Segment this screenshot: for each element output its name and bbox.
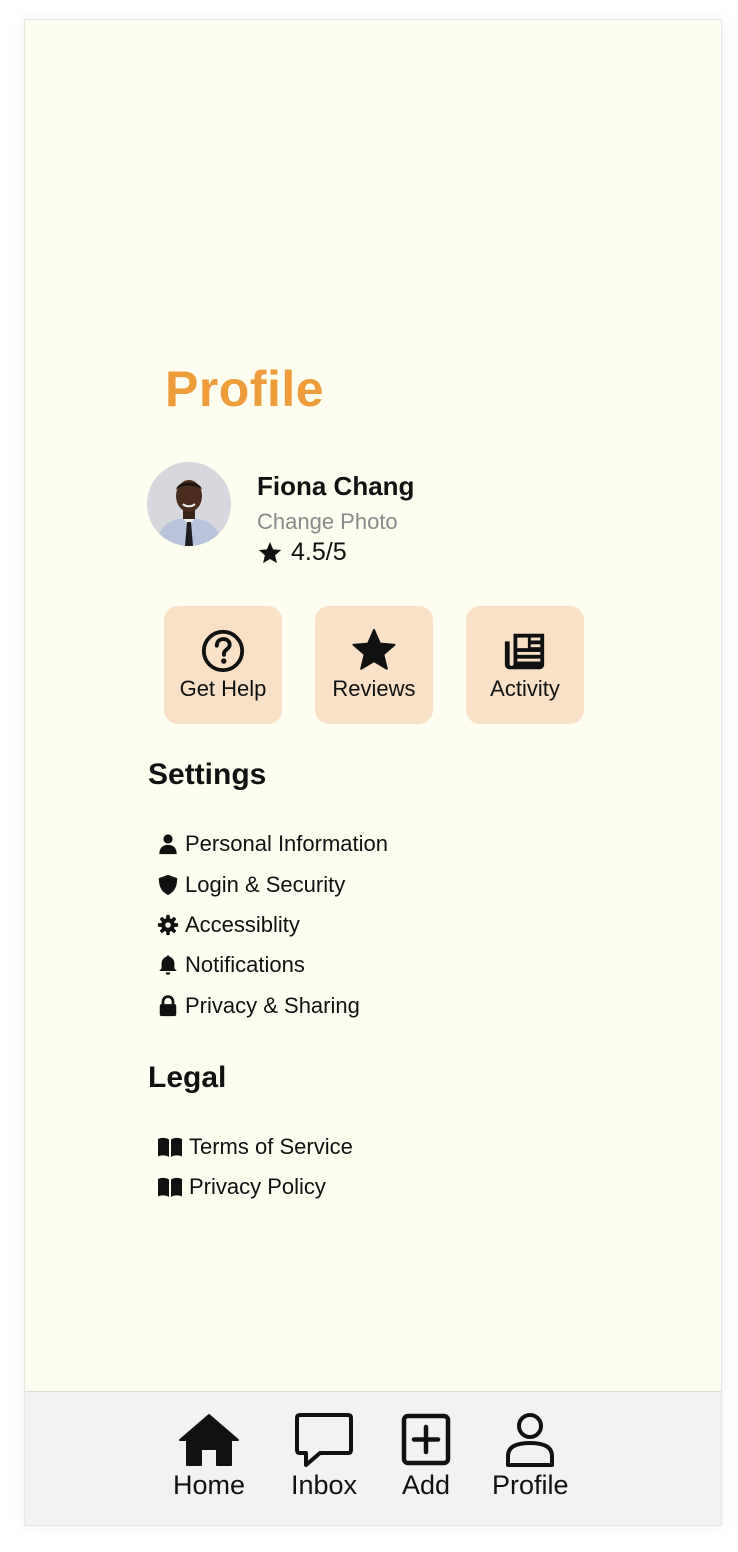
settings-item-personal-information[interactable]: Personal Information: [157, 831, 388, 857]
bell-icon: [159, 955, 177, 975]
app-screen: Profile Fiona Chang Change Photo 4.5/5 G…: [24, 19, 722, 1526]
tab-profile-label: Profile: [492, 1470, 569, 1500]
user-rating: 4.5/5: [257, 538, 347, 567]
settings-item-label: Privacy & Sharing: [185, 993, 360, 1018]
legal-item-label: Terms of Service: [189, 1134, 353, 1159]
settings-item-accessibility[interactable]: Accessiblity: [157, 912, 300, 938]
tab-add-label: Add: [401, 1470, 451, 1500]
shield-icon: [158, 874, 178, 896]
plus-square-icon: [401, 1413, 451, 1466]
legal-item-label: Privacy Policy: [189, 1174, 326, 1199]
settings-item-label: Notifications: [185, 952, 305, 977]
chat-bubble-icon: [295, 1413, 354, 1467]
tab-add[interactable]: Add: [394, 1412, 458, 1501]
lock-icon: [159, 995, 177, 1017]
reviews-button[interactable]: Reviews: [315, 606, 433, 724]
book-icon: [158, 1177, 182, 1197]
bottom-tab-bar: Home Inbox Add Profile: [25, 1391, 721, 1525]
settings-heading: Settings: [148, 758, 267, 791]
avatar-photo: [147, 462, 231, 546]
settings-item-label: Personal Information: [185, 831, 388, 856]
settings-item-notifications[interactable]: Notifications: [157, 952, 305, 978]
get-help-button[interactable]: Get Help: [164, 606, 282, 724]
tab-inbox-label: Inbox: [291, 1470, 358, 1500]
gear-icon: [157, 914, 179, 936]
newspaper-icon: [504, 633, 545, 670]
change-photo-link[interactable]: Change Photo: [257, 509, 398, 535]
person-icon: [159, 834, 177, 855]
settings-item-privacy-sharing[interactable]: Privacy & Sharing: [157, 993, 360, 1019]
tab-inbox[interactable]: Inbox: [291, 1412, 357, 1501]
tab-home[interactable]: Home: [173, 1412, 245, 1501]
person-outline-icon: [506, 1413, 555, 1467]
activity-label: Activity: [490, 676, 560, 701]
activity-button[interactable]: Activity: [466, 606, 584, 724]
settings-item-label: Accessiblity: [185, 912, 300, 937]
star-icon: [258, 541, 282, 563]
page-title: Profile: [165, 361, 325, 417]
tab-home-label: Home: [173, 1470, 246, 1500]
legal-heading: Legal: [148, 1061, 227, 1094]
book-icon: [158, 1137, 182, 1157]
settings-item-label: Login & Security: [185, 872, 346, 897]
legal-item-privacy-policy[interactable]: Privacy Policy: [157, 1174, 326, 1200]
home-icon: [179, 1414, 240, 1466]
settings-item-login-security[interactable]: Login & Security: [157, 872, 345, 898]
star-icon: [352, 628, 396, 670]
user-name: Fiona Chang: [257, 471, 415, 501]
tab-profile[interactable]: Profile: [492, 1412, 569, 1501]
reviews-label: Reviews: [332, 676, 416, 701]
avatar[interactable]: [147, 462, 231, 546]
question-circle-icon: [201, 629, 245, 673]
get-help-label: Get Help: [179, 676, 267, 701]
legal-item-terms-of-service[interactable]: Terms of Service: [157, 1134, 353, 1160]
rating-value: 4.5/5: [291, 538, 347, 566]
